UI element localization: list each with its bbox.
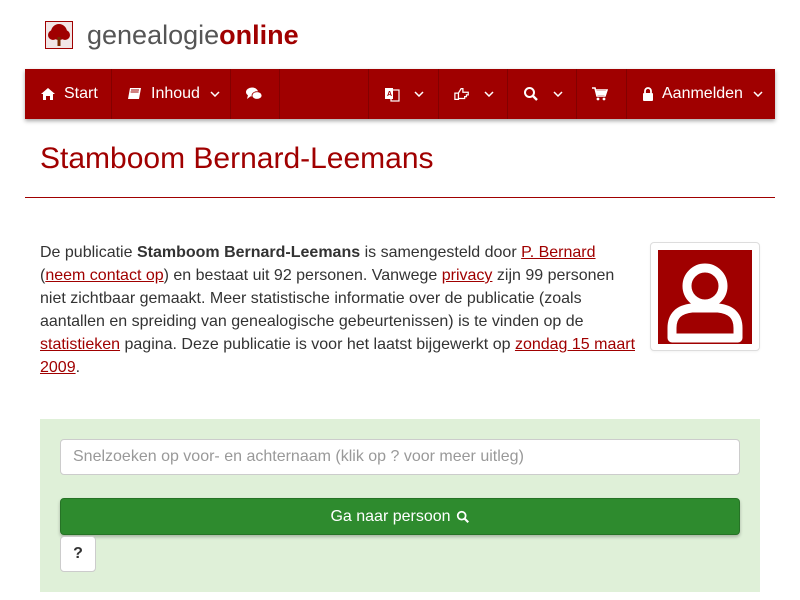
contact-link[interactable]: neem contact op bbox=[45, 267, 163, 284]
nav-search[interactable] bbox=[508, 69, 577, 119]
hand-pointer-icon bbox=[454, 86, 470, 102]
home-icon bbox=[40, 86, 56, 102]
page-title: Stamboom Bernard-Leemans bbox=[40, 142, 434, 175]
chevron-down-icon bbox=[753, 89, 763, 99]
brand-name-part2: online bbox=[219, 20, 299, 50]
nav-login-label: Aanmelden bbox=[662, 85, 743, 102]
main-navbar: Start Inhoud A Aanmelden bbox=[25, 69, 775, 119]
user-icon bbox=[658, 250, 752, 344]
chevron-down-icon bbox=[553, 89, 563, 99]
nav-inhoud-label: Inhoud bbox=[151, 85, 200, 102]
nav-login[interactable]: Aanmelden bbox=[627, 69, 775, 119]
go-to-person-button[interactable]: Ga naar persoon bbox=[60, 498, 740, 535]
publication-name: Stamboom Bernard-Leemans bbox=[136, 244, 361, 261]
nav-start[interactable]: Start bbox=[25, 69, 112, 119]
statistics-link[interactable]: statistieken bbox=[40, 336, 120, 353]
intro-text: . bbox=[75, 359, 81, 376]
search-icon bbox=[523, 86, 539, 102]
chevron-down-icon bbox=[484, 89, 494, 99]
nav-cart[interactable] bbox=[577, 69, 627, 119]
privacy-link[interactable]: privacy bbox=[442, 267, 493, 284]
quick-search-panel: Ga naar persoon ? bbox=[40, 419, 760, 592]
quick-search-input[interactable] bbox=[60, 439, 740, 475]
nav-language[interactable]: A bbox=[369, 69, 439, 119]
go-to-person-label: Ga naar persoon bbox=[330, 507, 451, 525]
tree-icon bbox=[45, 21, 73, 49]
nav-actions[interactable] bbox=[439, 69, 508, 119]
chevron-down-icon bbox=[414, 89, 424, 99]
search-help-button[interactable]: ? bbox=[60, 536, 96, 572]
intro-text: is samengesteld door bbox=[360, 244, 522, 261]
nav-spacer bbox=[280, 69, 369, 119]
brand-name-part1: genealogie bbox=[87, 20, 220, 50]
language-icon: A bbox=[384, 86, 400, 102]
title-divider bbox=[25, 197, 775, 198]
author-avatar[interactable] bbox=[650, 242, 760, 351]
nav-inhoud[interactable]: Inhoud bbox=[112, 69, 231, 119]
author-link[interactable]: P. Bernard bbox=[521, 244, 595, 261]
svg-text:A: A bbox=[387, 91, 392, 98]
search-icon bbox=[456, 510, 470, 524]
publication-intro: De publicatie Stamboom Bernard-Leemans i… bbox=[40, 241, 640, 379]
cart-icon bbox=[592, 86, 608, 102]
nav-start-label: Start bbox=[64, 85, 98, 102]
book-icon bbox=[127, 86, 143, 102]
brand-name: genealogieonline bbox=[87, 20, 299, 50]
chevron-down-icon bbox=[210, 89, 220, 99]
comments-icon bbox=[246, 86, 262, 102]
lock-icon bbox=[642, 86, 654, 102]
site-brand[interactable]: genealogieonline bbox=[45, 20, 299, 50]
intro-text: ) en bestaat uit 92 personen. Vanwege bbox=[163, 267, 442, 284]
intro-text: De publicatie bbox=[40, 244, 137, 261]
nav-forum[interactable] bbox=[231, 69, 280, 119]
intro-text: pagina. Deze publicatie is voor het laat… bbox=[120, 336, 515, 353]
